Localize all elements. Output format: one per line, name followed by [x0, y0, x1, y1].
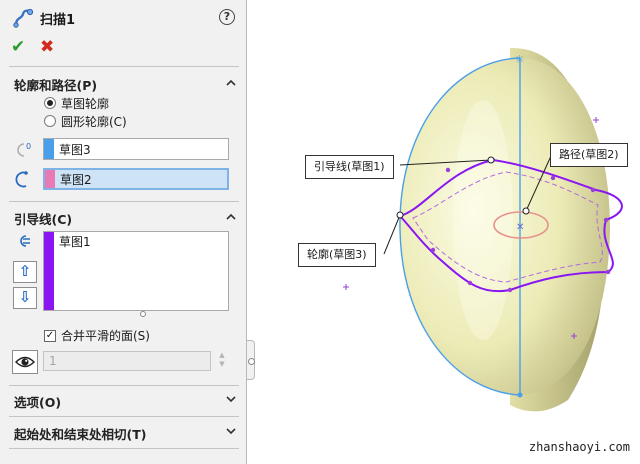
profile-icon: 0 [17, 142, 31, 157]
help-icon[interactable]: ? [219, 9, 235, 25]
path-selection-box[interactable]: 草图2 [43, 168, 229, 190]
profile-color-swatch [44, 139, 54, 159]
section-header-tangency[interactable]: 起始处和结束处相切(T) [14, 424, 146, 443]
chevron-up-icon[interactable] [226, 212, 236, 222]
divider [9, 385, 239, 386]
section-header-options[interactable]: 选项(O) [14, 392, 61, 411]
section-count-input[interactable]: 1 [43, 351, 211, 371]
feature-title: 扫描1 [40, 13, 76, 28]
chevron-up-icon[interactable] [226, 78, 236, 88]
svg-text:✕: ✕ [516, 222, 524, 233]
chevron-down-icon[interactable] [226, 394, 236, 404]
profile-selection-box[interactable]: 草图3 [43, 138, 229, 160]
divider [9, 416, 239, 417]
callout-profile: 轮廓(草图3) [298, 243, 376, 267]
radio-label: 圆形轮廓(C) [61, 114, 127, 129]
ok-icon[interactable]: ✔ [11, 37, 25, 57]
model-view: ✳ ✕ [343, 47, 623, 412]
merge-smooth-faces-option[interactable]: ✓ 合并平滑的面(S) [44, 327, 150, 344]
move-down-button[interactable]: ⇩ [13, 287, 37, 309]
show-sections-button[interactable] [12, 350, 38, 374]
spinner-arrows[interactable]: ▲ ▼ [215, 351, 229, 371]
chevron-down-icon[interactable] [226, 426, 236, 436]
path-color-swatch [45, 170, 55, 188]
property-manager: 扫描1 ? ✔ ✖ 轮廓和路径(P) 草图轮廓 圆形轮廓(C) 0 草图3 草图… [0, 0, 247, 464]
checkbox-checked[interactable]: ✓ [44, 329, 56, 342]
divider [9, 201, 239, 202]
profile-value: 草图3 [59, 142, 91, 157]
title-row: 扫描1 ? [0, 0, 247, 36]
svg-text:0: 0 [26, 142, 31, 151]
radio-sketch-profile[interactable]: 草图轮廓 [44, 95, 109, 111]
graphics-viewport[interactable]: ✳ ✕ 引导线(草图1) 路径(草图2) 轮廓(草图3) zhanshaoyi.… [248, 0, 640, 464]
radio-label: 草图轮廓 [61, 96, 110, 111]
app-window: 扫描1 ? ✔ ✖ 轮廓和路径(P) 草图轮廓 圆形轮廓(C) 0 草图3 草图… [0, 0, 640, 464]
eye-icon [15, 356, 35, 368]
path-icon [15, 171, 28, 188]
guide-curve-list[interactable]: 草图1 [43, 231, 229, 311]
callout-path: 路径(草图2) [550, 143, 628, 167]
radio-button-checked[interactable] [44, 97, 56, 109]
move-up-button[interactable]: ⇧ [13, 261, 37, 283]
guide-color-swatch [44, 232, 54, 310]
divider [9, 448, 239, 449]
section-header-profile-path[interactable]: 轮廓和路径(P) [14, 75, 97, 94]
merge-label: 合并平滑的面(S) [61, 329, 150, 343]
radio-circular-profile[interactable]: 圆形轮廓(C) [44, 113, 127, 129]
divider [9, 66, 239, 67]
radio-button[interactable] [44, 115, 56, 127]
cancel-icon[interactable]: ✖ [40, 37, 54, 57]
guide-curve-icon [20, 235, 30, 247]
path-value: 草图2 [60, 172, 92, 187]
list-item[interactable]: 草图1 [59, 233, 91, 250]
watermark-text: zhanshaoyi.com [528, 440, 630, 454]
sweep-feature-icon [13, 8, 34, 28]
resize-handle[interactable] [140, 311, 146, 317]
callout-guide-curve: 引导线(草图1) [305, 155, 394, 179]
svg-text:✳: ✳ [515, 53, 524, 66]
section-header-guide-curves[interactable]: 引导线(C) [14, 209, 72, 228]
